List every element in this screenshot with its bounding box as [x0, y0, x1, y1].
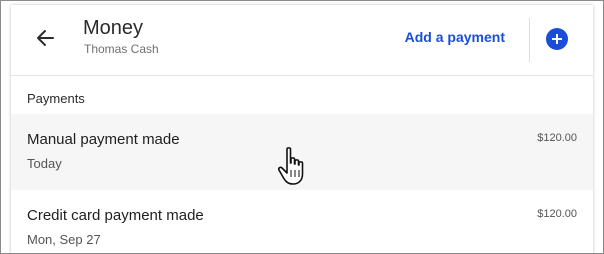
money-panel: Money Thomas Cash Add a payment Payments…: [11, 5, 593, 253]
payment-date: Today: [27, 156, 62, 171]
header-divider: [529, 18, 530, 62]
window-frame: Money Thomas Cash Add a payment Payments…: [0, 0, 604, 254]
payment-title: Manual payment made: [27, 131, 180, 148]
add-payment-link[interactable]: Add a payment: [405, 29, 505, 45]
payment-title: Credit card payment made: [27, 207, 204, 224]
payments-section-label: Payments: [27, 91, 85, 106]
payment-amount: $120.00: [537, 132, 577, 144]
arrow-left-icon: [37, 30, 54, 46]
page-title: Money: [83, 17, 144, 39]
payment-row[interactable]: Credit card payment made Mon, Sep 27 $12…: [11, 190, 593, 253]
client-name: Thomas Cash: [84, 42, 159, 56]
payment-amount: $120.00: [537, 208, 577, 220]
add-payment-button[interactable]: [546, 28, 568, 50]
payment-date: Mon, Sep 27: [27, 232, 101, 247]
panel-header: Money Thomas Cash Add a payment: [11, 5, 593, 76]
back-button[interactable]: [33, 25, 59, 51]
payment-row[interactable]: Manual payment made Today $120.00: [11, 114, 593, 190]
